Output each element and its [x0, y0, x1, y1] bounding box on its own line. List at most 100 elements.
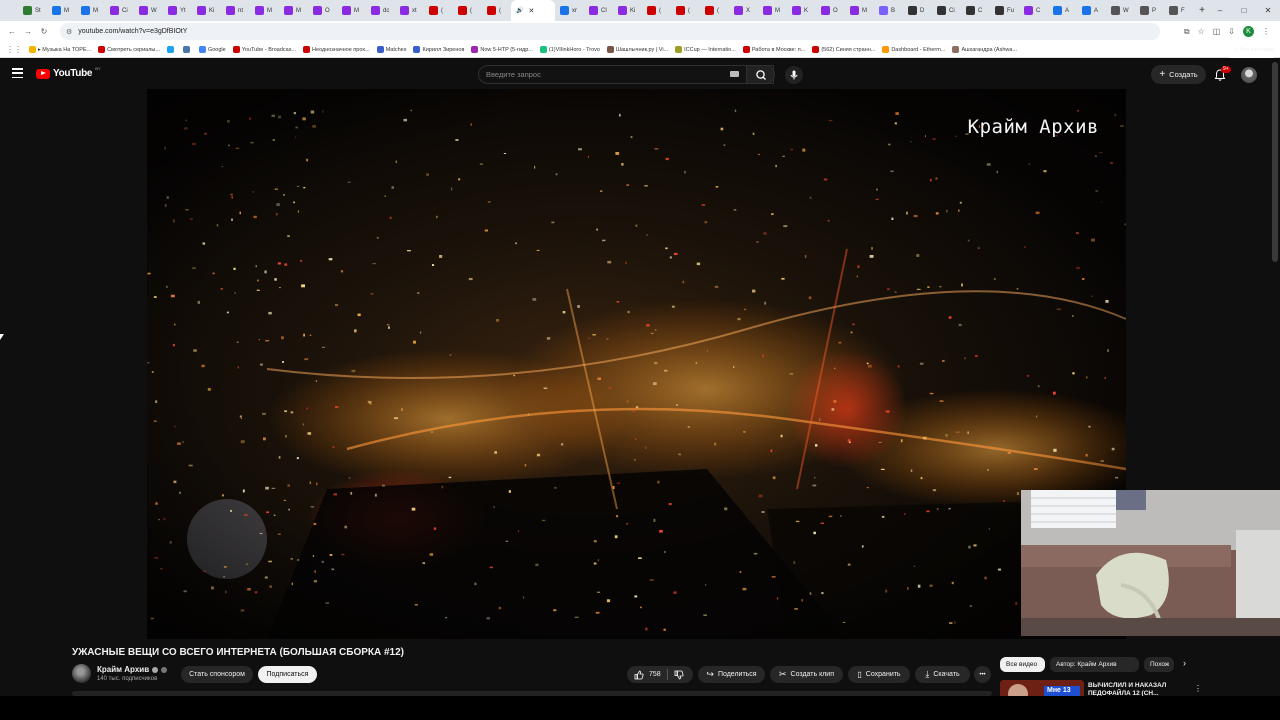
- browser-tab[interactable]: A: [1077, 0, 1106, 21]
- browser-tab[interactable]: (: [700, 0, 729, 21]
- bookmark-item[interactable]: Matches: [376, 46, 406, 53]
- active-browser-tab[interactable]: 🔊 ✕: [511, 0, 555, 21]
- chip-similar[interactable]: Похож: [1144, 657, 1174, 672]
- recommended-more-icon[interactable]: ⋮: [1194, 684, 1202, 693]
- voice-search-button[interactable]: [785, 66, 803, 84]
- download-button[interactable]: ⤓ Скачать: [915, 666, 970, 683]
- page-scrollbar[interactable]: [1272, 62, 1278, 262]
- bookmark-item[interactable]: Шашлычник.ру | Vi...: [606, 46, 668, 53]
- install-app-icon[interactable]: ⧉: [1184, 27, 1190, 37]
- bookmark-star-icon[interactable]: ☆: [1198, 27, 1205, 36]
- browser-tab[interactable]: W: [1106, 0, 1135, 21]
- browser-tab[interactable]: xr: [555, 0, 584, 21]
- chevron-right-icon[interactable]: ›: [1183, 658, 1186, 668]
- bookmark-item[interactable]: (562) Синяя странн...: [812, 46, 875, 53]
- create-button[interactable]: + Создать: [1151, 65, 1206, 84]
- downloads-icon[interactable]: ⇩: [1228, 27, 1235, 36]
- user-avatar[interactable]: [1241, 67, 1257, 83]
- bookmark-item[interactable]: (1)VIIinkHoro - Trovo: [539, 46, 600, 53]
- browser-tab[interactable]: M: [845, 0, 874, 21]
- bookmark-item[interactable]: [182, 46, 192, 53]
- browser-tab[interactable]: W: [134, 0, 163, 21]
- bookmark-item[interactable]: ICCup — Internatio...: [675, 46, 736, 53]
- browser-tab[interactable]: B: [874, 0, 903, 21]
- youtube-logo[interactable]: YouTube BY: [36, 66, 101, 79]
- browser-tab[interactable]: Ci: [932, 0, 961, 21]
- browser-tab[interactable]: P: [1135, 0, 1164, 21]
- bookmark-item[interactable]: Google: [198, 46, 226, 53]
- close-window-button[interactable]: ✕: [1256, 0, 1280, 21]
- browser-tab[interactable]: (: [671, 0, 700, 21]
- bookmark-item[interactable]: Неоднозначное прох...: [303, 46, 370, 53]
- browser-tab[interactable]: dc: [366, 0, 395, 21]
- browser-tab[interactable]: nt: [221, 0, 250, 21]
- browser-tab[interactable]: St: [18, 0, 47, 21]
- close-tab-icon[interactable]: ✕: [528, 7, 534, 15]
- browser-tab[interactable]: M: [279, 0, 308, 21]
- bookmark-item[interactable]: Работа в Москве: п...: [742, 46, 805, 53]
- bookmark-item[interactable]: ▸ Музыка На ТОРЕ...: [29, 46, 91, 53]
- browser-tab[interactable]: K: [787, 0, 816, 21]
- url-omnibox[interactable]: ⚙ youtube.com/watch?v=e3gDfBIOtY: [60, 23, 1160, 40]
- browser-tab[interactable]: F: [1164, 0, 1193, 21]
- all-bookmarks-link[interactable]: ▭ Все закладки: [1229, 42, 1274, 58]
- browser-tab[interactable]: xt: [395, 0, 424, 21]
- like-button[interactable]: 758: [627, 670, 661, 680]
- browser-tab[interactable]: M: [250, 0, 279, 21]
- browser-tab[interactable]: A: [1048, 0, 1077, 21]
- bookmark-item[interactable]: Кирилл Зиренов: [413, 46, 464, 53]
- site-info-icon[interactable]: ⚙: [66, 28, 72, 36]
- channel-avatar[interactable]: [72, 664, 91, 683]
- search-button[interactable]: [746, 65, 775, 84]
- browser-tab[interactable]: Ki: [613, 0, 642, 21]
- minimize-button[interactable]: –: [1208, 0, 1232, 21]
- browser-tab[interactable]: M: [758, 0, 787, 21]
- menu-hamburger-icon[interactable]: [12, 68, 23, 78]
- bookmark-item[interactable]: [166, 46, 176, 53]
- apps-grid-icon[interactable]: ⋮⋮: [6, 45, 22, 54]
- back-icon[interactable]: ←: [4, 27, 20, 36]
- maximize-button[interactable]: □: [1232, 0, 1256, 21]
- browser-tab[interactable]: M: [47, 0, 76, 21]
- browser-tab[interactable]: Fu: [990, 0, 1019, 21]
- search-input[interactable]: Введите запрос: [478, 65, 774, 84]
- sponsor-button[interactable]: Стать спонсором: [181, 666, 253, 683]
- browser-tab[interactable]: (: [482, 0, 511, 21]
- browser-tab[interactable]: Cl: [584, 0, 613, 21]
- browser-tab[interactable]: Ci: [105, 0, 134, 21]
- bookmark-item[interactable]: Смотреть сериалы...: [98, 46, 160, 53]
- reload-icon[interactable]: ↻: [36, 27, 52, 36]
- thumbs-down-icon[interactable]: [674, 670, 684, 680]
- save-button[interactable]: ▯ Сохранить: [848, 666, 910, 683]
- browser-tab[interactable]: O: [816, 0, 845, 21]
- create-clip-button[interactable]: ✂ Создать клип: [770, 666, 843, 683]
- bookmark-item[interactable]: Ашхагандра (Ashwa...: [952, 46, 1017, 53]
- browser-tab[interactable]: M: [337, 0, 366, 21]
- keyboard-icon[interactable]: [730, 71, 739, 77]
- browser-menu-icon[interactable]: ⋮: [1262, 27, 1270, 36]
- browser-tab[interactable]: (: [424, 0, 453, 21]
- chip-all-videos[interactable]: Все видео: [1000, 657, 1045, 672]
- more-actions-button[interactable]: •••: [974, 666, 991, 683]
- browser-tab[interactable]: (: [453, 0, 482, 21]
- browser-tab[interactable]: Yt: [163, 0, 192, 21]
- channel-name-link[interactable]: Крайм Архив: [97, 665, 168, 674]
- share-button[interactable]: ↪ Поделиться: [698, 666, 765, 683]
- bookmark-item[interactable]: Now 5-HTP (5-гидр...: [471, 46, 533, 53]
- browser-tab[interactable]: Ki: [192, 0, 221, 21]
- browser-tab[interactable]: C: [1019, 0, 1048, 21]
- bookmark-item[interactable]: Dashboard - Etherm...: [882, 46, 945, 53]
- browser-tab[interactable]: O: [308, 0, 337, 21]
- forward-icon[interactable]: →: [20, 27, 36, 36]
- recommended-video-thumbnail[interactable]: Мне 13: [1000, 680, 1084, 696]
- video-player[interactable]: Крайм Архив: [147, 89, 1126, 639]
- browser-tab[interactable]: C: [961, 0, 990, 21]
- browser-tab[interactable]: M: [76, 0, 105, 21]
- profile-avatar[interactable]: K: [1243, 26, 1254, 37]
- chip-author[interactable]: Автор: Крайм Архив: [1050, 657, 1139, 672]
- subscribe-button[interactable]: Подписаться: [258, 666, 317, 683]
- extensions-icon[interactable]: ◫: [1213, 27, 1221, 36]
- bookmark-item[interactable]: YouTube - Broadcas...: [232, 46, 296, 53]
- browser-tab[interactable]: (: [642, 0, 671, 21]
- browser-tab[interactable]: X: [729, 0, 758, 21]
